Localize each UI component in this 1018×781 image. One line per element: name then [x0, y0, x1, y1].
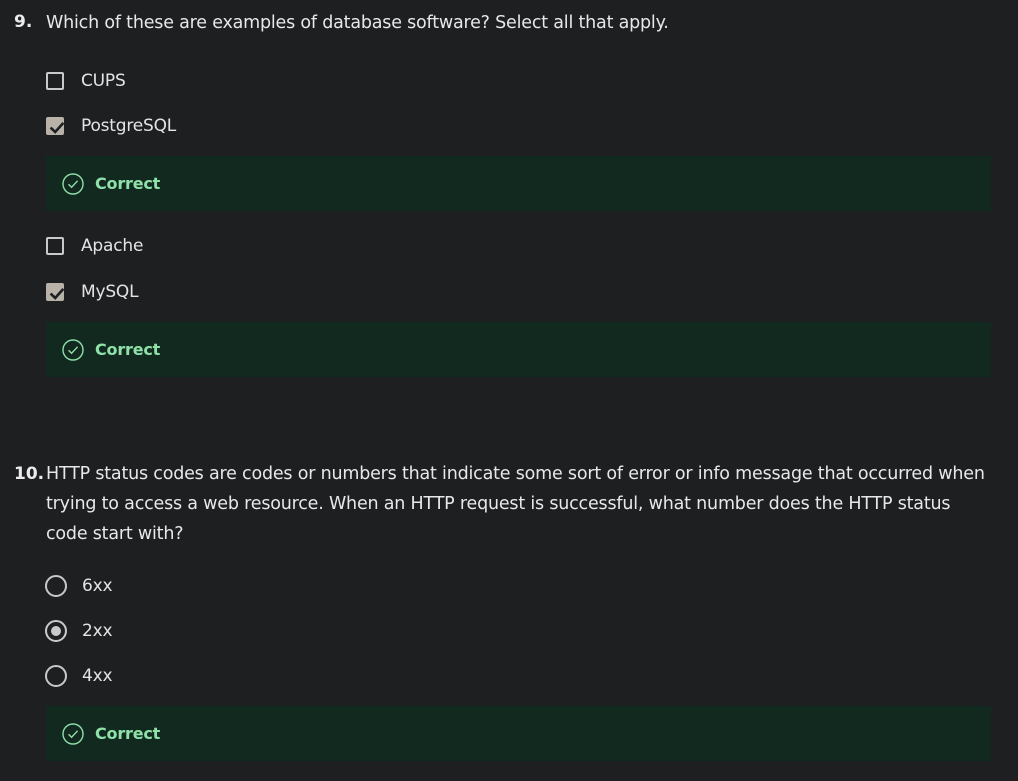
option-apache[interactable]: Apache [46, 233, 143, 259]
feedback-text: Correct [95, 724, 161, 743]
option-label: 4xx [82, 666, 113, 686]
option-4xx[interactable]: 4xx [45, 663, 113, 689]
option-2xx[interactable]: 2xx [45, 618, 113, 644]
feedback-correct: Correct [46, 322, 991, 377]
checkbox-checked[interactable] [46, 283, 65, 301]
feedback-text: Correct [95, 340, 161, 359]
check-circle-icon [62, 722, 84, 745]
option-postgresql[interactable]: PostgreSQL [46, 113, 176, 139]
radio-button-selected[interactable] [45, 620, 67, 642]
radio-button[interactable] [45, 575, 67, 597]
checkmark-icon [49, 121, 65, 134]
checkbox[interactable] [46, 237, 64, 255]
option-label: 2xx [82, 621, 113, 641]
option-mysql[interactable]: MySQL [46, 279, 139, 305]
option-cups[interactable]: CUPS [46, 68, 126, 94]
option-label: MySQL [81, 282, 139, 302]
option-label: Apache [81, 236, 144, 256]
feedback-correct: Correct [46, 156, 991, 211]
feedback-correct: Correct [46, 706, 991, 761]
checkmark-icon [49, 287, 65, 300]
radio-button[interactable] [45, 665, 67, 687]
question-text: HTTP status codes are codes or numbers t… [46, 464, 985, 544]
feedback-text: Correct [95, 174, 161, 193]
question-text: Which of these are examples of database … [46, 13, 669, 33]
option-label: CUPS [81, 71, 126, 91]
check-circle-icon [62, 172, 84, 195]
checkbox-checked[interactable] [46, 117, 65, 135]
option-label: 6xx [82, 576, 113, 596]
option-label: PostgreSQL [81, 116, 177, 136]
question-number: 9. [14, 12, 33, 32]
question-number: 10. [14, 464, 45, 484]
checkbox[interactable] [46, 72, 64, 90]
option-6xx[interactable]: 6xx [45, 573, 113, 599]
check-circle-icon [62, 338, 84, 361]
